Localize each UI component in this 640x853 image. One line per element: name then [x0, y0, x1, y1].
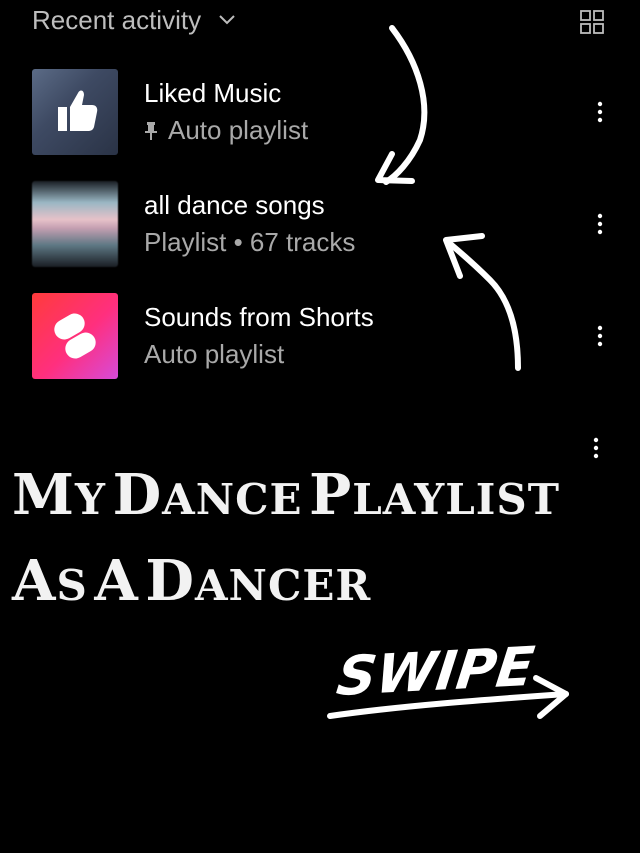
more-options-icon[interactable] [588, 212, 612, 236]
caption-line-2: AS A DANCER [12, 548, 372, 614]
playlist-title: all dance songs [144, 190, 325, 220]
liked-music-thumbnail [32, 69, 118, 155]
playlist-cover-image [32, 181, 118, 267]
playlist-subtitle: Auto playlist [168, 115, 309, 145]
shorts-logo-icon [54, 313, 96, 359]
section-title: Recent activity [32, 4, 202, 35]
chevron-down-icon[interactable] [217, 10, 237, 30]
caption-line-1: MY DANCE PLAYLIST [12, 462, 561, 528]
thumbs-up-icon [58, 90, 98, 131]
playlist-title: Liked Music [144, 78, 282, 108]
pin-icon [144, 121, 158, 141]
more-options-icon[interactable] [588, 100, 612, 124]
playlist-row-all-dance-songs[interactable]: all dance songs Playlist • 67 tracks [32, 181, 612, 267]
playlist-subtitle: Playlist • 67 tracks [144, 227, 356, 257]
playlist-subtitle: Auto playlist [144, 339, 285, 369]
more-options-icon[interactable] [588, 324, 612, 348]
playlist-row-sounds-from-shorts[interactable]: Sounds from Shorts Auto playlist [32, 293, 612, 379]
shorts-thumbnail [32, 293, 118, 379]
swipe-label: SWIPE [333, 634, 538, 709]
playlist-row-liked-music[interactable]: Liked Music Auto playlist [32, 69, 612, 155]
recent-activity-header[interactable]: Recent activity [32, 0, 237, 40]
playlist-title: Sounds from Shorts [144, 302, 374, 332]
more-options-icon[interactable] [584, 436, 608, 460]
grid-view-icon[interactable] [580, 10, 604, 34]
